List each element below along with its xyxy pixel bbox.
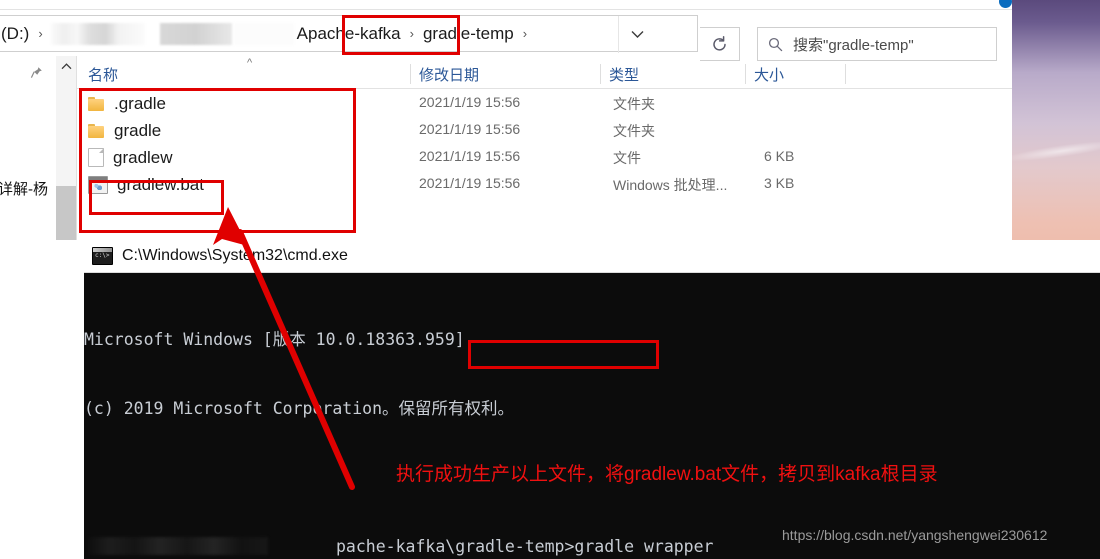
column-header-name[interactable]: 名称 bbox=[88, 60, 118, 88]
file-size-cell: 6 KB bbox=[764, 148, 795, 164]
bat-file-icon bbox=[88, 175, 108, 194]
breadcrumb-separator: › bbox=[38, 26, 43, 41]
table-row[interactable]: gradlew 2021/1/19 15:56 文件 6 KB bbox=[76, 144, 1012, 171]
redacted-path bbox=[88, 537, 268, 555]
file-name-cell[interactable]: gradle bbox=[88, 117, 161, 144]
file-name-cell[interactable]: .gradle bbox=[88, 90, 166, 117]
file-date-cell: 2021/1/19 15:56 bbox=[419, 175, 521, 191]
table-row[interactable]: gradle 2021/1/19 15:56 文件夹 bbox=[76, 117, 1012, 144]
scrollbar-thumb[interactable] bbox=[56, 186, 76, 240]
file-name-cell[interactable]: gradlew.bat bbox=[88, 171, 204, 198]
window-top-edge bbox=[0, 0, 1012, 10]
column-divider[interactable] bbox=[410, 64, 411, 84]
wallpaper-cloud bbox=[1001, 137, 1100, 166]
file-name-text: gradlew bbox=[113, 147, 173, 167]
file-type-cell: 文件 bbox=[613, 150, 641, 166]
file-type-cell: 文件夹 bbox=[613, 123, 655, 139]
file-type-cell: Windows 批处理... bbox=[613, 177, 728, 193]
window-left-edge bbox=[76, 240, 84, 559]
file-list: .gradle 2021/1/19 15:56 文件夹 gradle 2021/… bbox=[76, 90, 1012, 240]
refresh-button[interactable] bbox=[700, 27, 740, 61]
search-input[interactable]: 搜索"gradle-temp" bbox=[757, 27, 997, 61]
file-icon bbox=[88, 148, 104, 167]
breadcrumb-separator: › bbox=[409, 26, 414, 41]
folder-icon bbox=[88, 96, 105, 111]
address-bar-row: (D:) › Apache-kafka › gradle-temp › 搜索"g… bbox=[0, 12, 1012, 61]
column-divider[interactable] bbox=[745, 64, 746, 84]
navigation-scrollbar[interactable] bbox=[56, 56, 77, 240]
chevron-up-icon[interactable] bbox=[56, 56, 76, 76]
table-row[interactable]: gradlew.bat 2021/1/19 15:56 Windows 批处理.… bbox=[76, 171, 1012, 198]
refresh-icon bbox=[713, 35, 726, 51]
breadcrumb-redacted-gap bbox=[233, 22, 294, 45]
file-name-text: gradlew.bat bbox=[117, 174, 204, 194]
column-divider[interactable] bbox=[600, 64, 601, 84]
breadcrumb-redacted-gap bbox=[146, 22, 158, 45]
search-icon bbox=[768, 37, 783, 51]
watermark-url: https://blog.csdn.net/yangshengwei230612 bbox=[782, 527, 1048, 543]
column-divider[interactable] bbox=[845, 64, 846, 84]
search-placeholder-text: 搜索"gradle-temp" bbox=[793, 36, 914, 54]
pin-icon[interactable] bbox=[30, 66, 43, 84]
column-header-date[interactable]: 修改日期 bbox=[419, 60, 479, 88]
console-output[interactable]: Microsoft Windows [版本 10.0.18363.959] (c… bbox=[84, 273, 1100, 559]
breadcrumb-redacted-segment bbox=[50, 22, 145, 45]
file-name-cell[interactable]: gradlew bbox=[88, 144, 173, 171]
column-header-row: 名称 修改日期 类型 大小 bbox=[0, 60, 1012, 89]
file-name-text: gradle bbox=[114, 120, 162, 140]
cmd-title-bar[interactable]: C:\Windows\System32\cmd.exe bbox=[84, 240, 1100, 273]
table-row[interactable]: .gradle 2021/1/19 15:56 文件夹 bbox=[76, 90, 1012, 117]
sort-indicator-icon: ^ bbox=[247, 57, 253, 69]
breadcrumb-redacted-segment bbox=[159, 22, 232, 45]
column-header-type[interactable]: 类型 bbox=[609, 60, 639, 88]
file-size-cell: 3 KB bbox=[764, 175, 795, 191]
file-type-cell: 文件夹 bbox=[613, 96, 655, 112]
address-bar[interactable]: (D:) › Apache-kafka › gradle-temp › bbox=[0, 15, 698, 53]
command-prompt-window: C:\Windows\System32\cmd.exe Microsoft Wi… bbox=[76, 240, 1100, 559]
column-header-size[interactable]: 大小 bbox=[754, 60, 784, 88]
file-name-text: .gradle bbox=[114, 93, 166, 113]
annotation-note: 执行成功生产以上文件，将gradlew.bat文件，拷贝到kafka根目录 bbox=[396, 464, 938, 485]
nav-pane-partial-label: 详解-杨 bbox=[0, 181, 48, 198]
file-date-cell: 2021/1/19 15:56 bbox=[419, 148, 521, 164]
file-explorer-window: (D:) › Apache-kafka › gradle-temp › 搜索"g… bbox=[0, 0, 1012, 240]
console-line: (c) 2019 Microsoft Corporation。保留所有权利。 bbox=[84, 399, 515, 418]
breadcrumb-drive[interactable]: (D:) bbox=[0, 24, 31, 44]
file-date-cell: 2021/1/19 15:56 bbox=[419, 94, 521, 110]
console-command-text: pache-kafka\gradle-temp>gradle wrapper bbox=[336, 537, 714, 556]
cmd-icon bbox=[92, 247, 113, 265]
console-line: Microsoft Windows [版本 10.0.18363.959] bbox=[84, 330, 465, 349]
breadcrumb-segment-gradle-temp[interactable]: gradle-temp bbox=[421, 24, 516, 44]
cmd-title-text: C:\Windows\System32\cmd.exe bbox=[122, 247, 348, 264]
breadcrumb-separator: › bbox=[522, 26, 528, 41]
breadcrumb-segment-apache-kafka[interactable]: Apache-kafka bbox=[295, 24, 403, 44]
folder-icon bbox=[88, 123, 105, 138]
file-date-cell: 2021/1/19 15:56 bbox=[419, 121, 521, 137]
chevron-down-icon[interactable] bbox=[618, 16, 655, 53]
